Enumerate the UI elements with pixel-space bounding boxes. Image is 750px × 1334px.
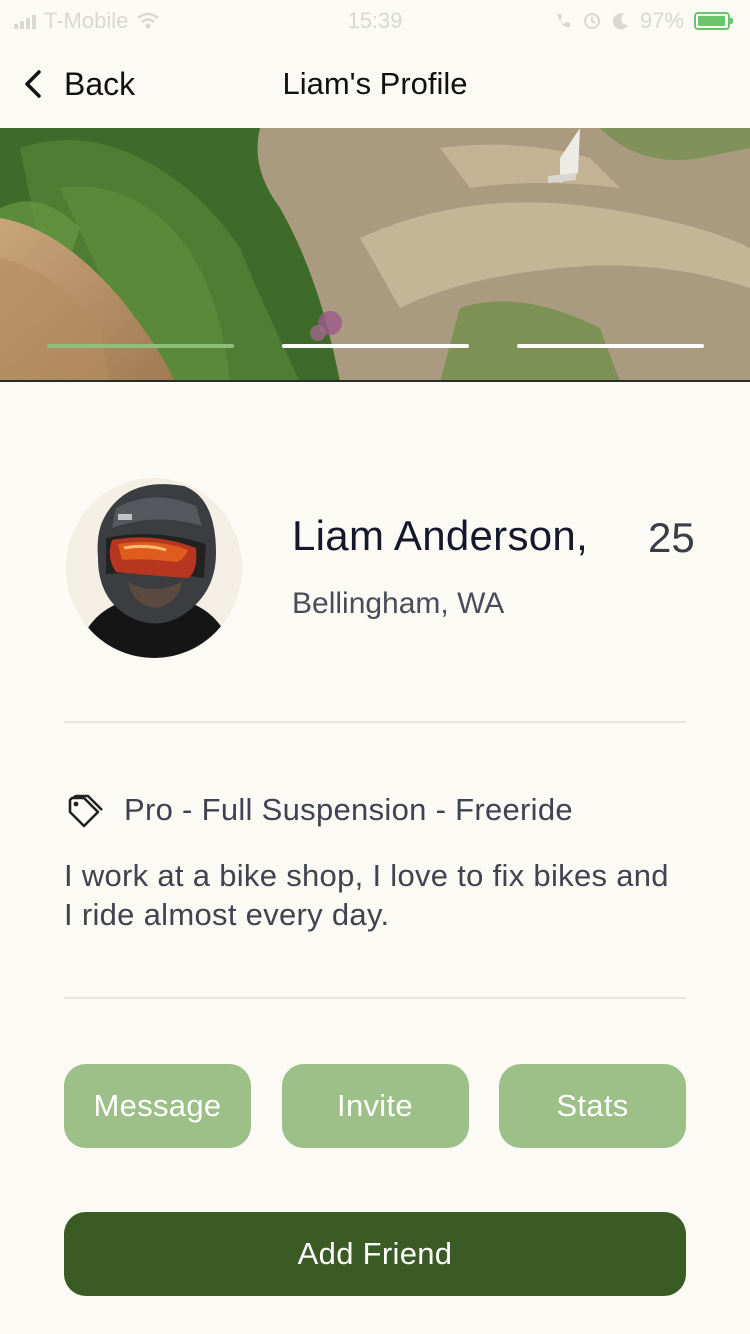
tag-icon xyxy=(68,794,103,828)
phone-icon xyxy=(556,14,570,28)
battery-percent: 97% xyxy=(639,8,684,33)
profile-age: 25 xyxy=(648,514,695,561)
message-button[interactable]: Message xyxy=(64,1064,251,1148)
bike-tag-text: Pro - Full Suspension - Freeride xyxy=(124,792,573,827)
alarm-icon xyxy=(583,13,600,29)
gallery-page-indicator xyxy=(47,344,704,348)
profile-bio: I work at a bike shop, I love to fix bik… xyxy=(64,858,669,932)
invite-button[interactable]: Invite xyxy=(281,1064,469,1148)
stats-button[interactable]: Stats xyxy=(499,1064,686,1148)
page-dot-3[interactable] xyxy=(517,344,704,348)
action-row: Message Invite Stats xyxy=(64,1064,686,1148)
status-right-group: 97% xyxy=(554,8,733,34)
page-dot-2[interactable] xyxy=(282,344,469,348)
avatar-photo xyxy=(66,478,242,658)
add-friend-button[interactable]: Add Friend xyxy=(64,1212,686,1296)
battery-icon xyxy=(694,12,733,30)
profile-photo-gallery[interactable] xyxy=(0,128,750,382)
status-bar: T-Mobile 15:39 97% xyxy=(0,0,750,40)
moon-icon xyxy=(612,13,628,30)
divider-bottom xyxy=(64,997,686,999)
page-title: Liam's Profile xyxy=(282,66,468,101)
bike-tag-row: Pro - Full Suspension - Freeride xyxy=(64,790,573,830)
profile-location: Bellingham, WA xyxy=(292,587,505,620)
divider-top xyxy=(64,721,686,723)
nav-bar: Back Liam's Profile xyxy=(0,40,750,128)
profile-name: Liam Anderson, xyxy=(292,512,589,559)
page-dot-1[interactable] xyxy=(47,344,234,348)
avatar xyxy=(66,478,242,658)
